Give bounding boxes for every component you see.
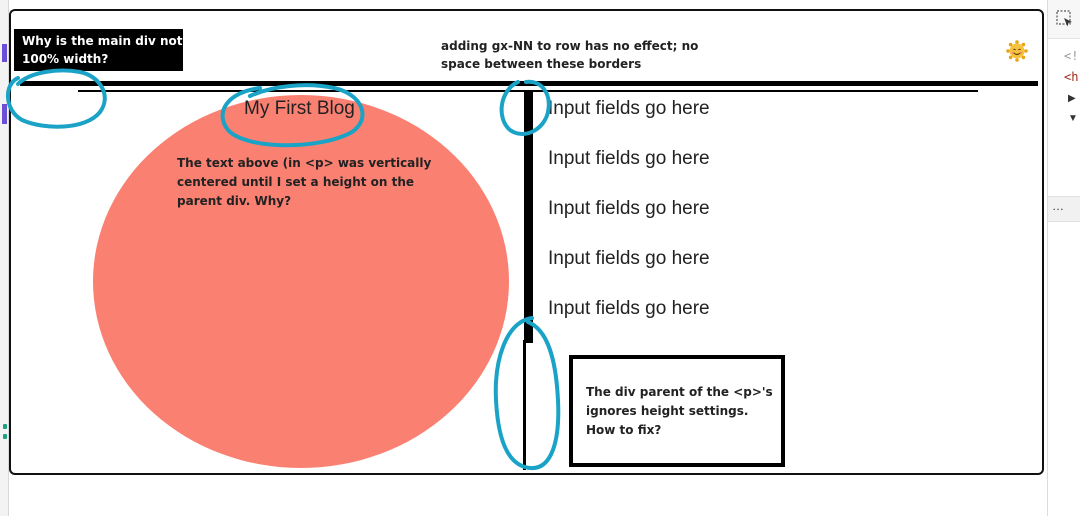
input-placeholder-row: Input fields go here <box>548 298 710 319</box>
input-placeholder-row: Input fields go here <box>548 198 710 219</box>
editor-gutter <box>0 0 9 516</box>
input-placeholder-row: Input fields go here <box>548 248 710 269</box>
gutter-marker <box>2 104 7 124</box>
devtools-toolbar <box>1048 0 1080 39</box>
vertical-center-note: The text above (in <p> was vertically ce… <box>177 156 432 208</box>
row-top-border <box>20 81 1038 86</box>
input-placeholder-row: Input fields go here <box>548 148 710 169</box>
blog-title: My First Blog <box>244 98 355 119</box>
column-divider <box>524 91 533 343</box>
inspect-element-icon[interactable] <box>1056 10 1074 28</box>
gutter-marker <box>2 44 7 62</box>
dom-node-html[interactable]: <h <box>1064 70 1078 84</box>
gutter-dot <box>3 434 7 439</box>
input-placeholder-row: Input fields go here <box>548 98 710 119</box>
dom-node-doctype[interactable]: <! <box>1064 49 1078 63</box>
more-options-icon[interactable]: … <box>1052 199 1064 213</box>
expand-arrow-icon[interactable]: ▶ <box>1068 93 1076 104</box>
gutter-note: adding gx-NN to row has no effect; no sp… <box>441 39 699 71</box>
salmon-circle-shape <box>93 95 509 468</box>
gutter-dot <box>3 424 7 429</box>
height-note: The div parent of the <p>'s ignores heig… <box>586 385 773 437</box>
collapse-arrow-icon[interactable]: ▼ <box>1068 113 1078 124</box>
devtools-panel: <! <h ▶ ▼ … <box>1047 0 1080 516</box>
smiling-face-icon[interactable] <box>1006 40 1028 62</box>
main-div-question-note: Why is the main div not 100% width? <box>14 29 183 71</box>
column-divider-extension <box>523 340 526 470</box>
